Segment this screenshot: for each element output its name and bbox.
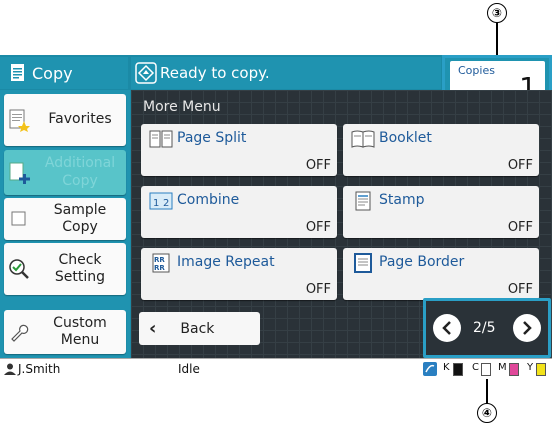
ink-y-level (536, 363, 546, 376)
page-split-label: Page Split (177, 130, 247, 146)
callout-4-line (486, 379, 488, 405)
combine-label: Combine (177, 192, 240, 208)
booklet-icon (351, 130, 375, 148)
callout-4: ④ (477, 403, 497, 423)
stamp-label: Stamp (379, 192, 425, 208)
svg-text:1: 1 (153, 198, 159, 209)
additional-copy-button: Additional Copy (4, 150, 126, 195)
back-label: Back (180, 320, 215, 337)
ready-icon (135, 62, 157, 84)
svg-text:2: 2 (163, 198, 169, 209)
app-title: Copy (32, 63, 73, 83)
next-page-button[interactable] (513, 314, 541, 342)
status-bar: J.Smith Idle K C M Y (0, 358, 552, 379)
copy-icon (11, 64, 24, 81)
page-border-state: OFF (507, 282, 533, 297)
ink-k-level (453, 363, 463, 376)
combine-button[interactable]: 12 Combine OFF (141, 186, 337, 238)
custom-menu-button[interactable]: Custom Menu (4, 310, 126, 354)
image-repeat-state: OFF (305, 282, 331, 297)
magnifier-check-icon (4, 258, 34, 280)
svg-text:RR: RR (154, 264, 165, 272)
copies-label: Copies (458, 64, 495, 77)
network-icon (423, 362, 437, 376)
section-title: More Menu (143, 99, 221, 115)
chevron-left-icon (442, 321, 451, 335)
stamp-icon (355, 191, 371, 211)
sidebar: Favorites Additional Copy Sample Copy Ch… (0, 90, 130, 358)
machine-status: Idle (178, 362, 200, 376)
header-bar: Ready to copy. (131, 57, 441, 89)
page-border-button[interactable]: Page Border OFF (343, 248, 539, 300)
back-button[interactable]: ‹ Back (139, 312, 260, 345)
stamp-button[interactable]: Stamp OFF (343, 186, 539, 238)
ink-y-label: Y (527, 362, 534, 373)
booklet-button[interactable]: Booklet OFF (343, 124, 539, 176)
combine-icon: 12 (149, 192, 173, 210)
check-setting-button[interactable]: Check Setting (4, 243, 126, 295)
callout-3-line (496, 23, 498, 55)
booklet-label: Booklet (379, 130, 432, 146)
favorites-icon (4, 108, 34, 132)
page-border-label: Page Border (379, 254, 465, 270)
chevron-left-icon: ‹ (149, 318, 157, 339)
sample-copy-label: Sample Copy (53, 201, 107, 236)
sample-copy-button[interactable]: Sample Copy (4, 198, 126, 240)
user-icon (4, 363, 16, 375)
ink-k-label: K (443, 362, 450, 373)
ink-c-label: C (472, 362, 479, 373)
favorites-label: Favorites (48, 111, 112, 128)
prev-page-button[interactable] (433, 314, 461, 342)
ink-m-level (509, 363, 519, 376)
wrench-icon (4, 321, 34, 343)
page-split-button[interactable]: Page Split OFF (141, 124, 337, 176)
main-panel: More Menu Page Split OFF Booklet OFF 12 … (131, 90, 552, 358)
ink-m-label: M (498, 362, 507, 373)
checkbox-icon (4, 210, 34, 228)
page-indicator: 2/5 (473, 320, 496, 336)
callout-3: ③ (487, 3, 507, 23)
user-name: J.Smith (18, 362, 61, 376)
page-border-icon (354, 253, 372, 273)
check-setting-label: Check Setting (54, 251, 106, 286)
additional-copy-label: Additional Copy (44, 155, 116, 189)
app-title-bar: Copy (0, 57, 128, 89)
pagination-control: 2/5 (423, 298, 551, 358)
page-split-state: OFF (305, 158, 331, 173)
combine-state: OFF (305, 220, 331, 235)
ink-c-level (481, 363, 491, 376)
page-split-icon (149, 130, 173, 148)
favorites-button[interactable]: Favorites (4, 94, 126, 146)
custom-menu-label: Custom Menu (53, 314, 107, 349)
chevron-right-icon (523, 321, 532, 335)
additional-copy-icon (4, 161, 34, 185)
image-repeat-icon: RRRR (152, 253, 170, 273)
header-message: Ready to copy. (160, 64, 270, 82)
image-repeat-label: Image Repeat (177, 254, 275, 270)
stamp-state: OFF (507, 220, 533, 235)
booklet-state: OFF (507, 158, 533, 173)
svg-text:RR: RR (154, 256, 165, 264)
image-repeat-button[interactable]: RR RR Image Repeat OFF (141, 248, 337, 300)
